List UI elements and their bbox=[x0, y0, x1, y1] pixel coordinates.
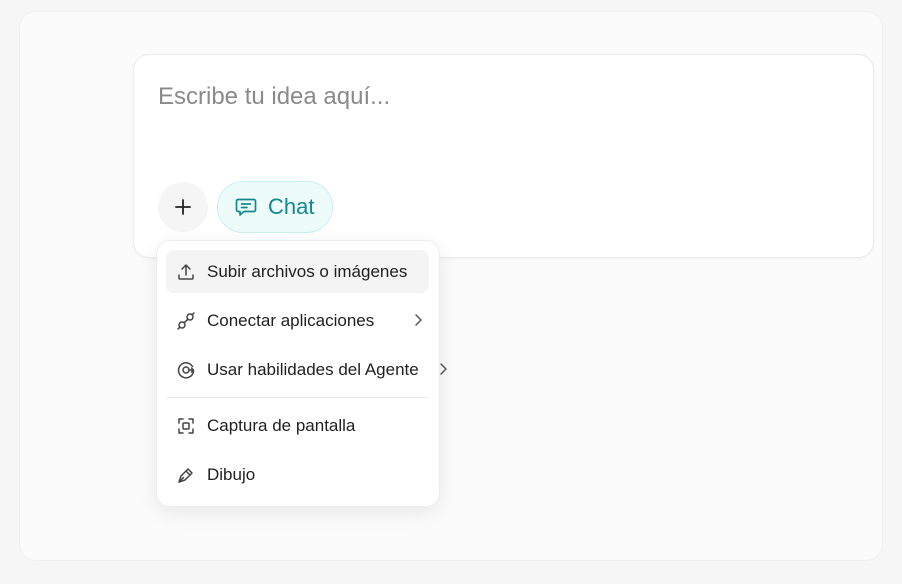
chat-bubble-icon bbox=[235, 198, 257, 216]
pen-icon bbox=[175, 464, 197, 486]
agent-skills-icon bbox=[175, 359, 197, 381]
menu-item-label: Captura de pantalla bbox=[207, 415, 356, 435]
menu-item-agent-skills[interactable]: Usar habilidades del Agente bbox=[166, 348, 447, 391]
menu-item-label: Conectar aplicaciones bbox=[207, 310, 375, 330]
plus-icon bbox=[175, 199, 191, 215]
screenshot-icon bbox=[175, 415, 197, 437]
menu-item-label: Subir archivos o imágenes bbox=[207, 261, 408, 281]
chevron-right-icon bbox=[440, 363, 447, 375]
menu-item-label: Dibujo bbox=[207, 464, 256, 484]
prompt-composer: Chat bbox=[133, 54, 874, 258]
menu-item-screenshot[interactable]: Captura de pantalla bbox=[166, 404, 429, 447]
menu-item-label: Usar habilidades del Agente bbox=[207, 359, 419, 379]
menu-item-upload[interactable]: Subir archivos o imágenes bbox=[166, 250, 429, 293]
add-attachment-button[interactable] bbox=[158, 182, 208, 232]
menu-item-connect-apps[interactable]: Conectar aplicaciones bbox=[166, 299, 429, 342]
attach-menu: Subir archivos o imágenes Conectar aplic… bbox=[156, 240, 447, 507]
chevron-right-icon bbox=[415, 314, 422, 326]
prompt-input[interactable] bbox=[158, 77, 838, 117]
chat-mode-label: Chat bbox=[268, 194, 315, 219]
plug-icon bbox=[175, 310, 197, 332]
upload-icon bbox=[175, 261, 197, 283]
menu-divider bbox=[166, 397, 429, 398]
chat-mode-button[interactable]: Chat bbox=[217, 181, 334, 233]
menu-item-drawing[interactable]: Dibujo bbox=[166, 453, 429, 496]
